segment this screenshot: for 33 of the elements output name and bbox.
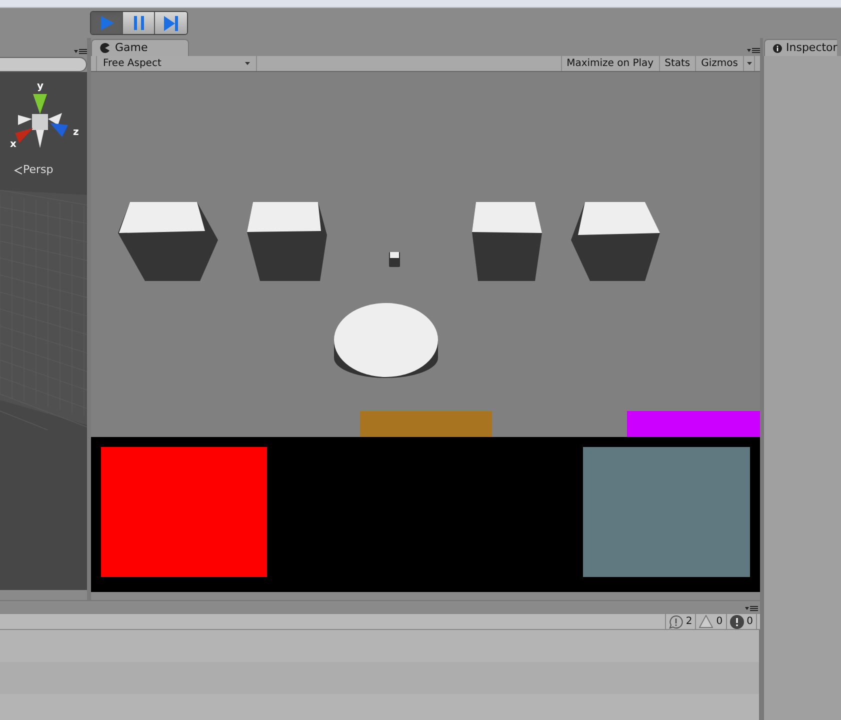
aspect-dropdown[interactable]: Free Aspect bbox=[96, 56, 257, 71]
toolbar-button[interactable]: Maximize on Play bbox=[560, 56, 659, 71]
panel-menu-icon[interactable] bbox=[745, 605, 758, 612]
panel-menu-icon[interactable] bbox=[747, 47, 760, 54]
caret-icon bbox=[245, 62, 250, 65]
search-field[interactable] bbox=[0, 57, 87, 72]
axis-label: x bbox=[10, 138, 16, 152]
pause-icon bbox=[132, 16, 144, 30]
play-icon bbox=[98, 15, 114, 31]
scene-view[interactable]: y z x Persp bbox=[0, 72, 87, 590]
error-counter-button[interactable]: 0 bbox=[726, 614, 756, 629]
perspective-icon bbox=[14, 166, 22, 175]
info-speech-icon bbox=[668, 614, 683, 628]
info-icon bbox=[773, 44, 782, 52]
small-cube bbox=[389, 252, 400, 267]
toolbar-button[interactable]: Stats bbox=[658, 56, 696, 71]
axis-label: y bbox=[37, 80, 44, 94]
pacman-icon bbox=[100, 43, 110, 53]
warning-icon bbox=[699, 615, 714, 628]
warning-counter-button[interactable]: 0 bbox=[695, 614, 726, 629]
error-icon bbox=[730, 614, 744, 628]
gizmos-dropdown[interactable] bbox=[743, 56, 755, 71]
step-button[interactable] bbox=[155, 12, 187, 34]
info-counter-button[interactable]: 2 bbox=[664, 614, 696, 629]
axis-label: z bbox=[73, 126, 79, 140]
inspector-tab[interactable]: Inspector bbox=[764, 39, 838, 56]
pause-button[interactable] bbox=[123, 12, 155, 34]
step-icon bbox=[163, 16, 179, 30]
toolbar-button[interactable]: Gizmos bbox=[695, 56, 743, 71]
caret-icon bbox=[746, 62, 752, 65]
panel-menu-icon[interactable] bbox=[74, 48, 87, 55]
game-tab[interactable]: Game bbox=[91, 39, 189, 56]
projection-label[interactable]: Persp bbox=[23, 162, 54, 178]
